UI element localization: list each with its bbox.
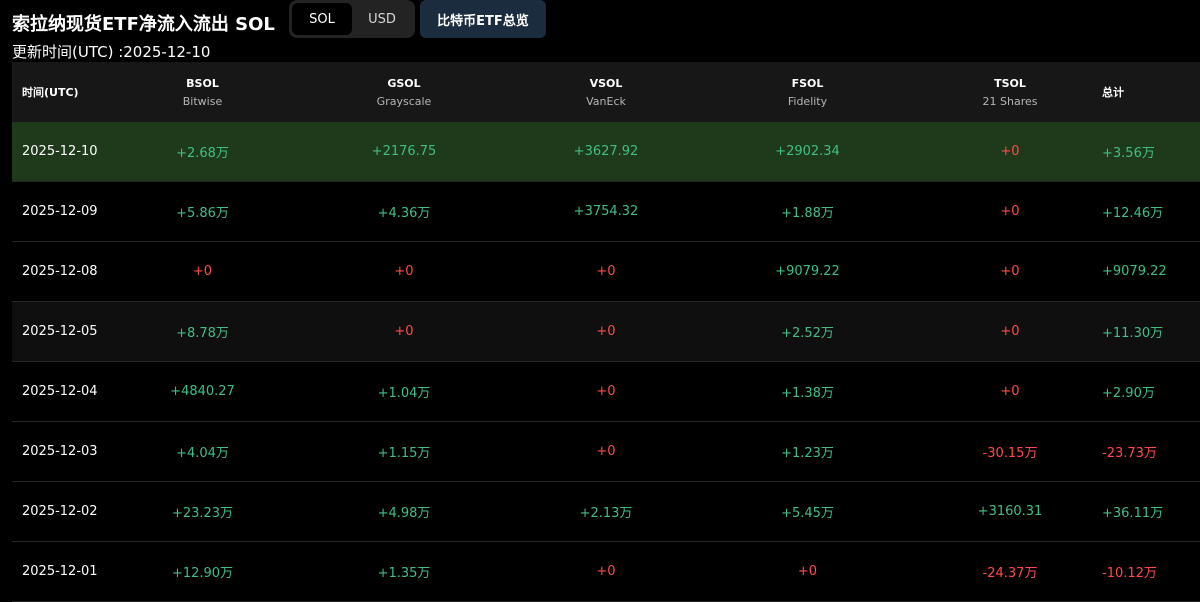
cell-fsol: +9079.22 bbox=[697, 241, 918, 302]
cell-vsol: +0 bbox=[515, 421, 697, 482]
unit-toggle: SOL USD bbox=[289, 0, 415, 38]
cell-tsol: +0 bbox=[918, 361, 1102, 422]
cell-vsol: +0 bbox=[515, 241, 697, 302]
cell-gsol: +4.36万 bbox=[293, 181, 515, 242]
cell-gsol: +0 bbox=[293, 241, 515, 302]
cell-bsol: +12.90万 bbox=[112, 541, 293, 602]
cell-fsol: +1.23万 bbox=[697, 421, 918, 482]
cell-total: -23.73万 bbox=[1102, 421, 1200, 482]
table-row: 2025-12-03 +4.04万 +1.15万 +0 +1.23万 -30.1… bbox=[12, 421, 1200, 482]
table-row: 2025-12-04 +4840.27 +1.04万 +0 +1.38万 +0 … bbox=[12, 361, 1200, 422]
etf-flow-table: 时间(UTC) BSOL Bitwise GSOL Grayscale VSOL Va… bbox=[12, 62, 1200, 602]
cell-vsol: +0 bbox=[515, 541, 697, 602]
cell-tsol: -30.15万 bbox=[918, 421, 1102, 482]
cell-tsol: +0 bbox=[918, 181, 1102, 242]
cell-fsol: +2.52万 bbox=[697, 301, 918, 362]
table-row: 2025-12-09 +5.86万 +4.36万 +3754.32 +1.88万… bbox=[12, 181, 1200, 242]
row-date: 2025-12-04 bbox=[12, 361, 112, 422]
cell-gsol: +0 bbox=[293, 301, 515, 362]
cell-total: +11.30万 bbox=[1102, 301, 1200, 362]
row-date: 2025-12-03 bbox=[12, 421, 112, 482]
table-row: 2025-12-08 +0 +0 +0 +9079.22 +0 +9079.22 bbox=[12, 241, 1200, 302]
row-date: 2025-12-01 bbox=[12, 541, 112, 602]
cell-bsol: +5.86万 bbox=[112, 181, 293, 242]
cell-tsol: +3160.31 bbox=[918, 481, 1102, 542]
cell-gsol: +1.04万 bbox=[293, 361, 515, 422]
cell-vsol: +2.13万 bbox=[515, 481, 697, 542]
table-row: 2025-12-05 +8.78万 +0 +0 +2.52万 +0 +11.30… bbox=[12, 301, 1200, 362]
column-header-time: 时间(UTC) bbox=[12, 62, 112, 122]
column-header-tsol: TSOL 21 Shares bbox=[918, 62, 1102, 122]
cell-tsol: +0 bbox=[918, 301, 1102, 362]
table-header-row: 时间(UTC) BSOL Bitwise GSOL Grayscale VSOL Va… bbox=[12, 62, 1200, 122]
cell-bsol: +0 bbox=[112, 241, 293, 302]
page-title: 索拉纳现货ETF净流入流出 SOL bbox=[12, 14, 275, 35]
cell-total: +3.56万 bbox=[1102, 122, 1200, 182]
row-date: 2025-12-09 bbox=[12, 181, 112, 242]
cell-fsol: +1.38万 bbox=[697, 361, 918, 422]
cell-gsol: +4.98万 bbox=[293, 481, 515, 542]
cell-total: +36.11万 bbox=[1102, 481, 1200, 542]
cell-vsol: +0 bbox=[515, 361, 697, 422]
cell-gsol: +2176.75 bbox=[293, 122, 515, 182]
row-date: 2025-12-02 bbox=[12, 481, 112, 542]
toggle-sol-button[interactable]: SOL bbox=[292, 3, 352, 35]
btc-etf-overview-button[interactable]: 比特币ETF总览 bbox=[420, 0, 546, 38]
cell-total: +12.46万 bbox=[1102, 181, 1200, 242]
update-time: 更新时间(UTC) :2025-12-10 bbox=[12, 43, 211, 61]
cell-vsol: +3627.92 bbox=[515, 122, 697, 182]
page-header: 索拉纳现货ETF净流入流出 SOL SOL USD 比特币ETF总览 更新时间(… bbox=[12, 0, 1200, 62]
cell-vsol: +0 bbox=[515, 301, 697, 362]
cell-fsol: +0 bbox=[697, 541, 918, 602]
row-date: 2025-12-08 bbox=[12, 241, 112, 302]
cell-fsol: +5.45万 bbox=[697, 481, 918, 542]
cell-bsol: +8.78万 bbox=[112, 301, 293, 362]
row-date: 2025-12-10 bbox=[12, 122, 112, 182]
cell-tsol: +0 bbox=[918, 241, 1102, 302]
column-header-fsol: FSOL Fidelity bbox=[697, 62, 918, 122]
toggle-usd-button[interactable]: USD bbox=[352, 3, 412, 35]
table-row: 2025-12-10 +2.68万 +2176.75 +3627.92 +290… bbox=[12, 122, 1200, 182]
row-date: 2025-12-05 bbox=[12, 301, 112, 362]
cell-fsol: +2902.34 bbox=[697, 122, 918, 182]
cell-bsol: +4.04万 bbox=[112, 421, 293, 482]
cell-bsol: +2.68万 bbox=[112, 122, 293, 182]
cell-tsol: +0 bbox=[918, 122, 1102, 182]
cell-vsol: +3754.32 bbox=[515, 181, 697, 242]
column-header-gsol: GSOL Grayscale bbox=[293, 62, 515, 122]
cell-bsol: +4840.27 bbox=[112, 361, 293, 422]
table-row: 2025-12-01 +12.90万 +1.35万 +0 +0 -24.37万 … bbox=[12, 541, 1200, 602]
cell-tsol: -24.37万 bbox=[918, 541, 1102, 602]
cell-gsol: +1.35万 bbox=[293, 541, 515, 602]
cell-total: +9079.22 bbox=[1102, 241, 1200, 302]
cell-bsol: +23.23万 bbox=[112, 481, 293, 542]
cell-total: -10.12万 bbox=[1102, 541, 1200, 602]
cell-fsol: +1.88万 bbox=[697, 181, 918, 242]
column-header-total: 总计 bbox=[1102, 62, 1200, 122]
cell-gsol: +1.15万 bbox=[293, 421, 515, 482]
cell-total: +2.90万 bbox=[1102, 361, 1200, 422]
column-header-bsol: BSOL Bitwise bbox=[112, 62, 293, 122]
column-header-vsol: VSOL VanEck bbox=[515, 62, 697, 122]
table-row: 2025-12-02 +23.23万 +4.98万 +2.13万 +5.45万 … bbox=[12, 481, 1200, 542]
